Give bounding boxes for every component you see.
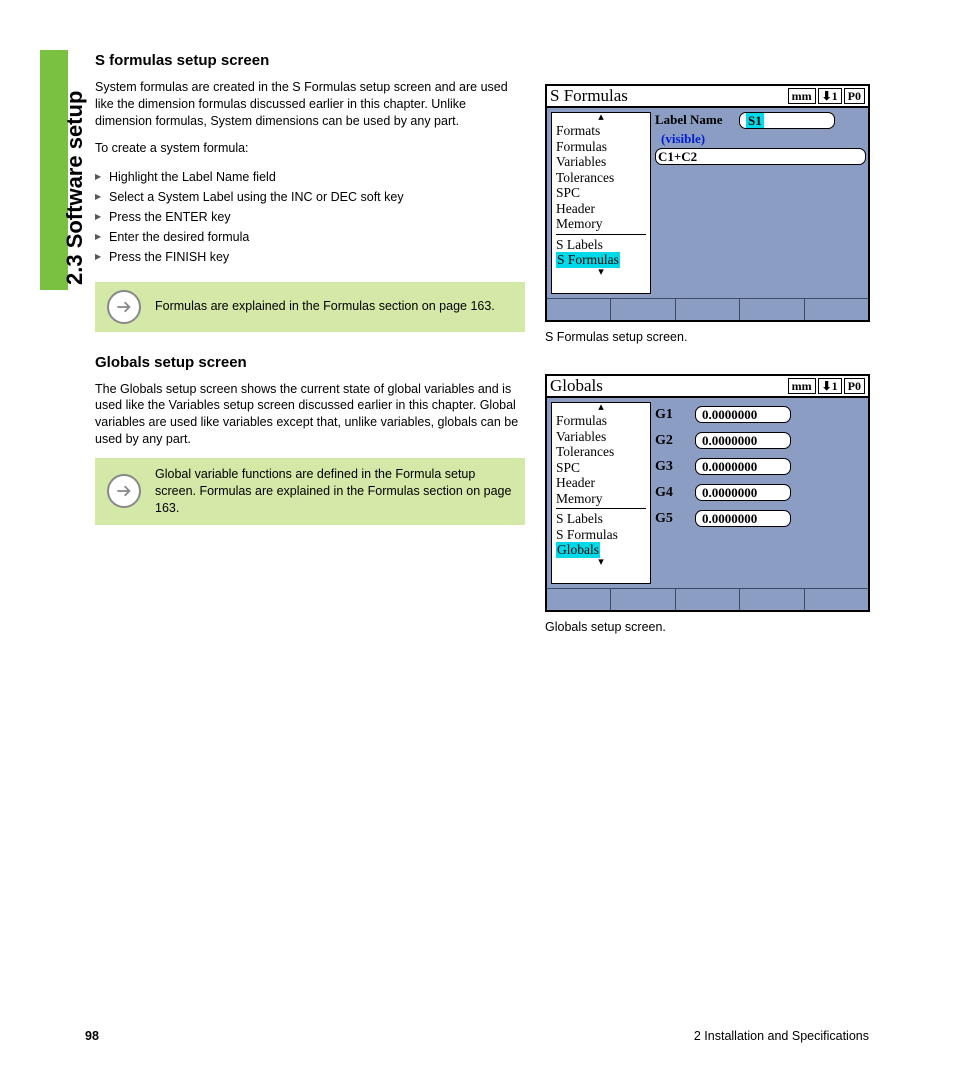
- soft-key[interactable]: [740, 299, 804, 320]
- left-column: S formulas setup screen System formulas …: [95, 52, 525, 664]
- unit-indicator[interactable]: mm: [788, 378, 816, 394]
- scroll-down-icon[interactable]: ▾: [556, 268, 646, 278]
- sidebar-item[interactable]: Tolerances: [556, 170, 646, 186]
- p-indicator[interactable]: P0: [844, 378, 865, 394]
- page-indicator[interactable]: ⬇1: [818, 88, 842, 104]
- sidebar-item[interactable]: S Labels: [556, 511, 646, 527]
- sidebar-item[interactable]: Variables: [556, 429, 646, 445]
- soft-key[interactable]: [805, 589, 868, 610]
- soft-key-row: [547, 298, 868, 320]
- panel-titlebar: S Formulas mm ⬇1 P0: [547, 86, 868, 108]
- field-label: Label Name: [655, 112, 735, 128]
- panel-main: Label Name S1 (visible) C1+C2: [655, 108, 868, 298]
- section1-para1: System formulas are created in the S For…: [95, 79, 525, 130]
- global-row: G3 0.0000000: [655, 458, 866, 475]
- global-row: G1 0.0000000: [655, 406, 866, 423]
- step-item: Select a System Label using the INC or D…: [95, 187, 525, 207]
- panel-title: S Formulas: [550, 86, 628, 106]
- global-row: G5 0.0000000: [655, 510, 866, 527]
- side-tab: 2.3 Software setup: [40, 50, 68, 290]
- sidebar-item[interactable]: S Formulas: [556, 527, 646, 543]
- g4-field[interactable]: 0.0000000: [695, 484, 791, 501]
- sidebar-item[interactable]: Header: [556, 201, 646, 217]
- g-label: G2: [655, 433, 677, 449]
- global-row: G4 0.0000000: [655, 484, 866, 501]
- g3-field[interactable]: 0.0000000: [695, 458, 791, 475]
- label-name-field[interactable]: S1: [739, 112, 835, 129]
- section1-steps: Highlight the Label Name field Select a …: [95, 167, 525, 267]
- scroll-up-icon[interactable]: ▴: [556, 113, 646, 123]
- s-formulas-panel: S Formulas mm ⬇1 P0 ▴ Formats Formulas V…: [545, 84, 870, 322]
- sidebar-item[interactable]: Memory: [556, 491, 646, 507]
- note-box-1: Formulas are explained in the Formulas s…: [95, 282, 525, 332]
- formula-field[interactable]: C1+C2: [656, 149, 697, 164]
- sidebar-item[interactable]: Formulas: [556, 413, 646, 429]
- side-tab-text: 2.3 Software setup: [62, 91, 88, 285]
- step-item: Enter the desired formula: [95, 227, 525, 247]
- arrow-right-icon: [107, 474, 141, 508]
- unit-indicator[interactable]: mm: [788, 88, 816, 104]
- panel-sidebar: ▴ Formats Formulas Variables Tolerances …: [551, 112, 651, 294]
- g2-field[interactable]: 0.0000000: [695, 432, 791, 449]
- panel2-caption: Globals setup screen.: [545, 620, 874, 634]
- sidebar-item[interactable]: Formulas: [556, 139, 646, 155]
- panel1-caption: S Formulas setup screen.: [545, 330, 874, 344]
- soft-key[interactable]: [805, 299, 868, 320]
- page-indicator[interactable]: ⬇1: [818, 378, 842, 394]
- page-footer: 98 2 Installation and Specifications: [85, 1029, 869, 1043]
- g5-field[interactable]: 0.0000000: [695, 510, 791, 527]
- sidebar-item[interactable]: SPC: [556, 185, 646, 201]
- note-text-1: Formulas are explained in the Formulas s…: [155, 298, 495, 315]
- soft-key[interactable]: [547, 589, 611, 610]
- chapter-label: 2 Installation and Specifications: [694, 1029, 869, 1043]
- sidebar-item[interactable]: Memory: [556, 216, 646, 232]
- step-item: Press the ENTER key: [95, 207, 525, 227]
- note-box-2: Global variable functions are defined in…: [95, 458, 525, 525]
- sidebar-item[interactable]: Formats: [556, 123, 646, 139]
- g-label: G1: [655, 407, 677, 423]
- indicator-group: mm ⬇1 P0: [788, 88, 865, 104]
- right-column: S Formulas mm ⬇1 P0 ▴ Formats Formulas V…: [545, 52, 874, 664]
- scroll-down-icon[interactable]: ▾: [556, 558, 646, 568]
- soft-key-row: [547, 588, 868, 610]
- g-label: G5: [655, 511, 677, 527]
- sidebar-item[interactable]: S Labels: [556, 237, 646, 253]
- sidebar-item[interactable]: SPC: [556, 460, 646, 476]
- global-row: G2 0.0000000: [655, 432, 866, 449]
- soft-key[interactable]: [547, 299, 611, 320]
- arrow-right-icon: [107, 290, 141, 324]
- panel-title: Globals: [550, 376, 603, 396]
- note-text-2: Global variable functions are defined in…: [155, 466, 513, 517]
- soft-key[interactable]: [676, 299, 740, 320]
- g-label: G4: [655, 485, 677, 501]
- sidebar-item-selected[interactable]: Globals: [556, 542, 600, 558]
- section1-para2: To create a system formula:: [95, 140, 525, 157]
- section2-para1: The Globals setup screen shows the curre…: [95, 381, 525, 449]
- g-label: G3: [655, 459, 677, 475]
- sidebar-item[interactable]: Tolerances: [556, 444, 646, 460]
- scroll-up-icon[interactable]: ▴: [556, 403, 646, 413]
- sidebar-item-selected[interactable]: S Formulas: [556, 252, 620, 268]
- section2-heading: Globals setup screen: [95, 354, 525, 371]
- panel-sidebar: ▴ Formulas Variables Tolerances SPC Head…: [551, 402, 651, 584]
- g1-field[interactable]: 0.0000000: [695, 406, 791, 423]
- soft-key[interactable]: [611, 299, 675, 320]
- sidebar-item[interactable]: Header: [556, 475, 646, 491]
- panel-main: G1 0.0000000 G2 0.0000000 G3 0.0000000 G…: [655, 398, 868, 588]
- soft-key[interactable]: [740, 589, 804, 610]
- visible-label: (visible): [655, 131, 866, 147]
- panel-titlebar: Globals mm ⬇1 P0: [547, 376, 868, 398]
- step-item: Press the FINISH key: [95, 247, 525, 267]
- p-indicator[interactable]: P0: [844, 88, 865, 104]
- sidebar-item[interactable]: Variables: [556, 154, 646, 170]
- indicator-group: mm ⬇1 P0: [788, 378, 865, 394]
- globals-panel: Globals mm ⬇1 P0 ▴ Formulas Variables To…: [545, 374, 870, 612]
- page-number: 98: [85, 1029, 99, 1043]
- section1-heading: S formulas setup screen: [95, 52, 525, 69]
- soft-key[interactable]: [611, 589, 675, 610]
- soft-key[interactable]: [676, 589, 740, 610]
- step-item: Highlight the Label Name field: [95, 167, 525, 187]
